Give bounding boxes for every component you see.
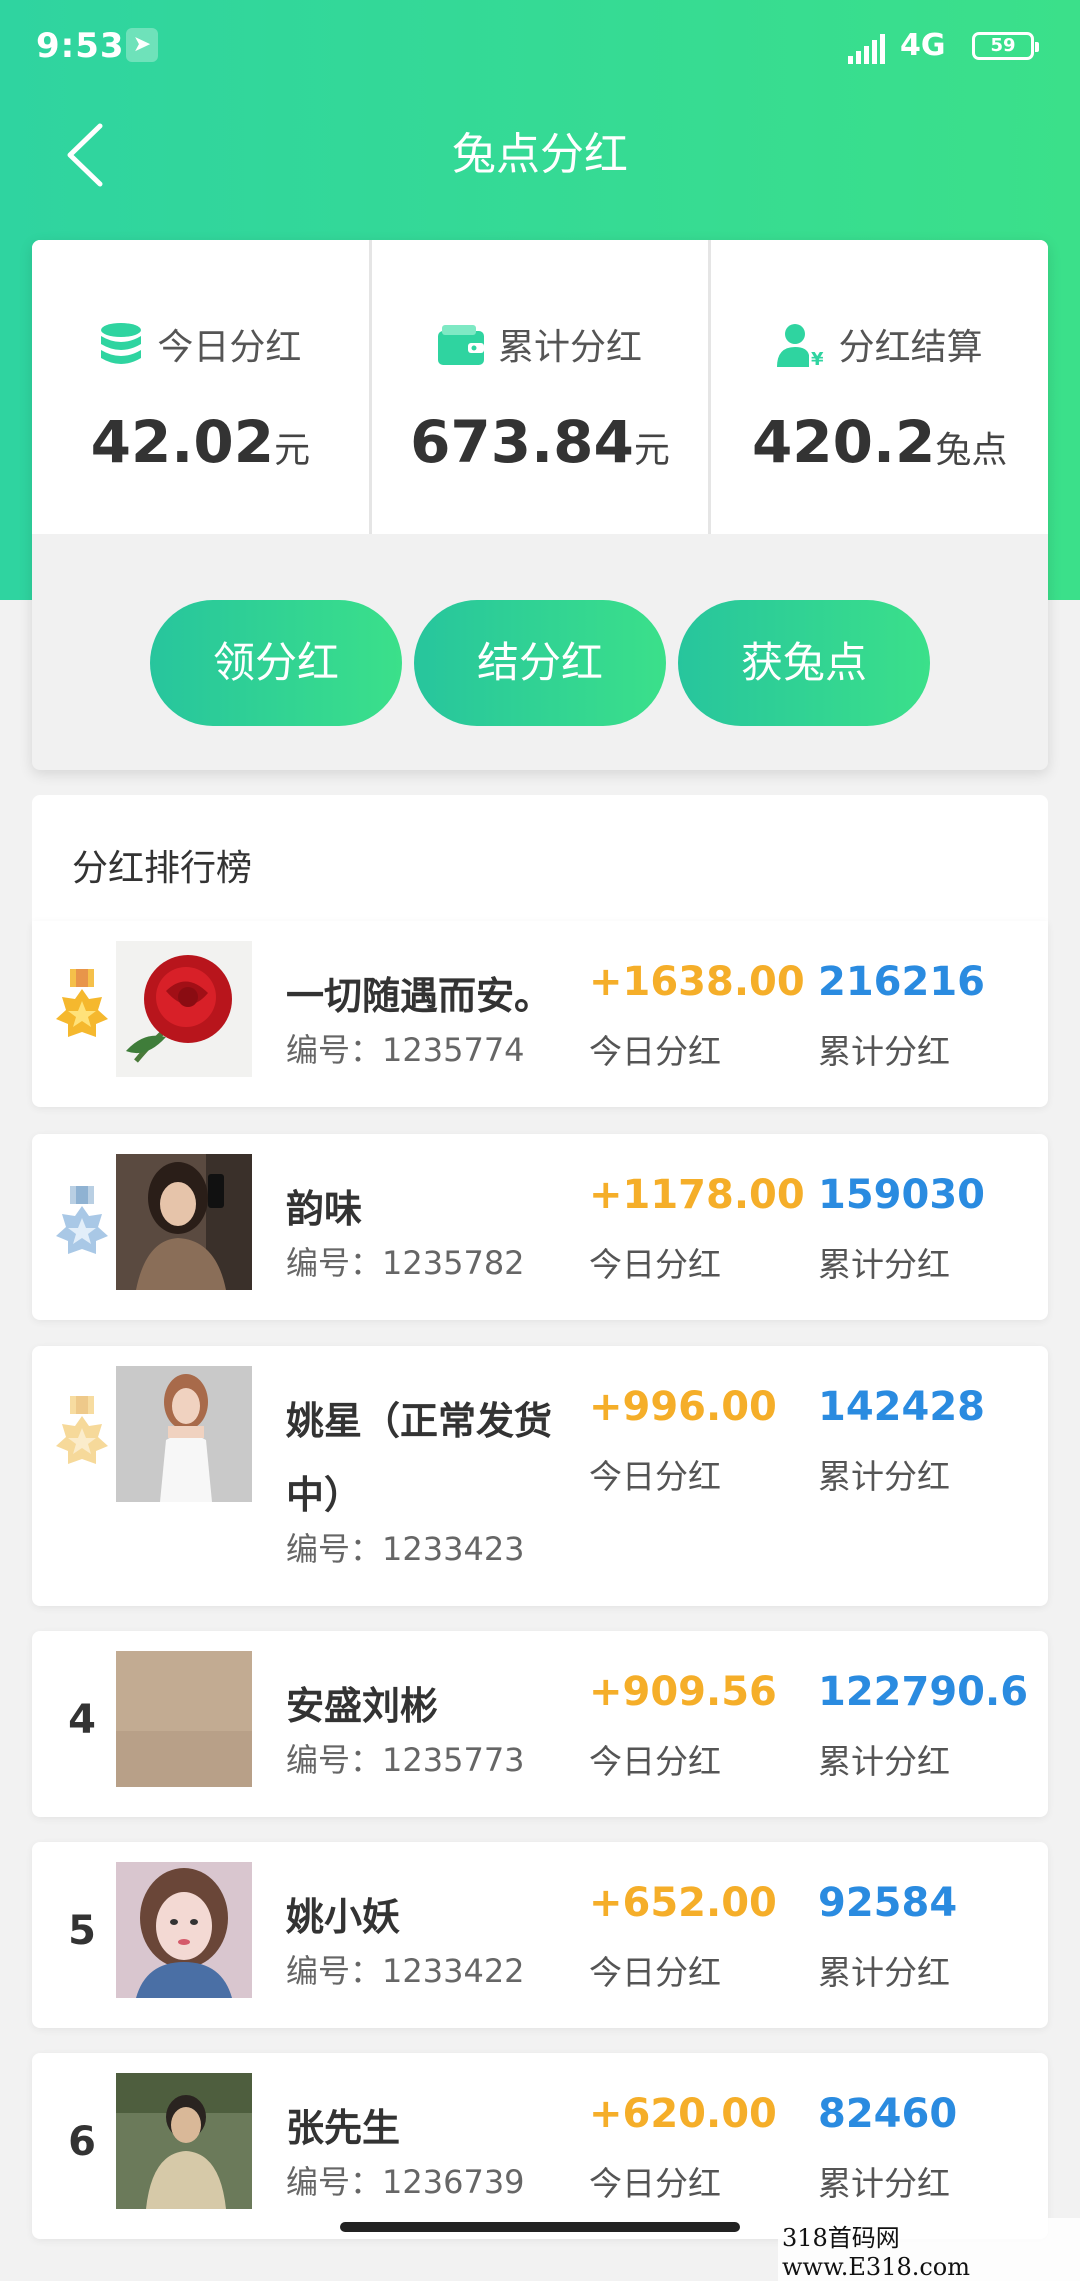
settle-dividend-button[interactable]: 结分红 [414, 600, 666, 726]
member-id: 编号：1235774 [286, 1031, 525, 1069]
stat-today-unit: 元 [274, 430, 311, 471]
rank-number: 4 [68, 1697, 96, 1743]
svg-text:¥: ¥ [811, 349, 824, 367]
bronze-medal-icon [52, 1396, 112, 1484]
stat-total-unit: 元 [633, 430, 670, 471]
get-points-button[interactable]: 获兔点 [678, 600, 930, 726]
home-indicator[interactable] [340, 2222, 740, 2232]
member-id: 编号：1235782 [286, 1244, 525, 1282]
avatar [116, 1651, 252, 1787]
wallet-icon [438, 324, 484, 374]
stat-settle-unit: 兔点 [935, 430, 1008, 471]
status-time: 9:53 [36, 26, 125, 66]
leaderboard-row[interactable]: 4 安盛刘彬 编号：1235773 +909.56 今日分红 122790.6 … [32, 1631, 1048, 1817]
stat-today-value: 42.02 [90, 408, 275, 476]
stat-total-label: 累计分红 [498, 327, 643, 368]
total-dividend-label: 累计分红 [818, 1245, 950, 1284]
leaderboard-row[interactable]: 韵味 编号：1235782 +1178.00 今日分红 159030 累计分红 [32, 1134, 1048, 1320]
today-dividend: +909.56 [589, 1669, 777, 1715]
avatar [116, 1154, 252, 1290]
stat-settle: ¥ 分红结算 420.2兔点 [711, 240, 1048, 534]
total-dividend-label: 累计分红 [818, 2164, 950, 2203]
member-name: 韵味 [286, 1187, 363, 1231]
total-dividend: 122790.6 [818, 1669, 1029, 1715]
total-dividend-label: 累计分红 [818, 1457, 950, 1496]
claim-dividend-button[interactable]: 领分红 [150, 600, 402, 726]
member-id: 编号：1233423 [286, 1530, 525, 1568]
today-dividend-label: 今日分红 [589, 1742, 721, 1781]
member-name: 张先生 [286, 2106, 401, 2150]
today-dividend: +1638.00 [589, 959, 805, 1005]
member-id: 编号：1235773 [286, 1741, 525, 1779]
leaderboard-row[interactable]: 姚星（正常发货中） 编号：1233423 +996.00 今日分红 142428… [32, 1346, 1048, 1606]
total-dividend: 216216 [818, 959, 985, 1005]
avatar [116, 2073, 252, 2209]
page-title: 兔点分红 [452, 129, 628, 180]
user-yen-icon: ¥ [776, 323, 825, 376]
total-dividend: 92584 [818, 1880, 958, 1926]
today-dividend-label: 今日分红 [589, 1032, 721, 1071]
rank-number: 6 [68, 2119, 96, 2165]
today-dividend: +620.00 [589, 2091, 777, 2137]
leaderboard-row[interactable]: 6 张先生 编号：1236739 +620.00 今日分红 82460 累计分红 [32, 2053, 1048, 2239]
total-dividend-label: 累计分红 [818, 1953, 950, 1992]
member-name: 姚星（正常发货中） [286, 1399, 553, 1517]
stat-today: 今日分红 42.02元 [32, 240, 372, 534]
leaderboard-row[interactable]: 一切随遇而安。 编号：1235774 +1638.00 今日分红 216216 … [32, 921, 1048, 1107]
battery-icon: 59 [972, 32, 1039, 60]
stat-settle-label: 分红结算 [838, 327, 983, 368]
action-buttons: 领分红 结分红 获兔点 [150, 600, 930, 726]
today-dividend-label: 今日分红 [589, 1245, 721, 1284]
leaderboard-header: 分红排行榜 [32, 795, 1048, 923]
location-icon: ➤ [126, 28, 158, 62]
status-bar: 9:53 ➤ 4G 59 [0, 0, 1080, 95]
silver-medal-icon [52, 1186, 112, 1274]
today-dividend: +652.00 [589, 1880, 777, 1926]
total-dividend-label: 累计分红 [818, 1032, 950, 1071]
avatar [116, 1366, 252, 1502]
member-id: 编号：1236739 [286, 2163, 525, 2201]
avatar [116, 1862, 252, 1998]
stats-row: 今日分红 42.02元 累计分红 673.84元 ¥ 分红结算 420.2兔点 [32, 240, 1048, 534]
total-dividend-label: 累计分红 [818, 1742, 950, 1781]
member-name: 一切随遇而安。 [286, 974, 553, 1018]
total-dividend: 82460 [818, 2091, 958, 2137]
leaderboard-title: 分红排行榜 [72, 848, 253, 889]
member-name: 安盛刘彬 [286, 1684, 439, 1728]
today-dividend-label: 今日分红 [589, 1457, 721, 1496]
total-dividend: 159030 [818, 1172, 985, 1218]
watermark: 318首码网 www.E318.com [778, 2218, 1080, 2281]
summary-card: 今日分红 42.02元 累计分红 673.84元 ¥ 分红结算 420.2兔点 … [32, 240, 1048, 770]
leaderboard-row[interactable]: 5 姚小妖 编号：1233422 +652.00 今日分红 92584 累计分红 [32, 1842, 1048, 2028]
total-dividend: 142428 [818, 1384, 985, 1430]
stat-settle-value: 420.2 [751, 408, 936, 476]
member-name: 姚小妖 [286, 1895, 401, 1939]
today-dividend-label: 今日分红 [589, 2164, 721, 2203]
database-icon [99, 322, 143, 377]
signal-icon [848, 34, 888, 64]
stat-total: 累计分红 673.84元 [372, 240, 712, 534]
member-id: 编号：1233422 [286, 1952, 525, 1990]
rank-number: 5 [68, 1908, 96, 1954]
today-dividend-label: 今日分红 [589, 1953, 721, 1992]
today-dividend: +996.00 [589, 1384, 777, 1430]
today-dividend: +1178.00 [589, 1172, 805, 1218]
avatar [116, 941, 252, 1077]
gold-medal-icon [52, 969, 112, 1057]
network-type: 4G [900, 28, 946, 63]
stat-total-value: 673.84 [410, 408, 634, 476]
stat-today-label: 今日分红 [157, 327, 302, 368]
